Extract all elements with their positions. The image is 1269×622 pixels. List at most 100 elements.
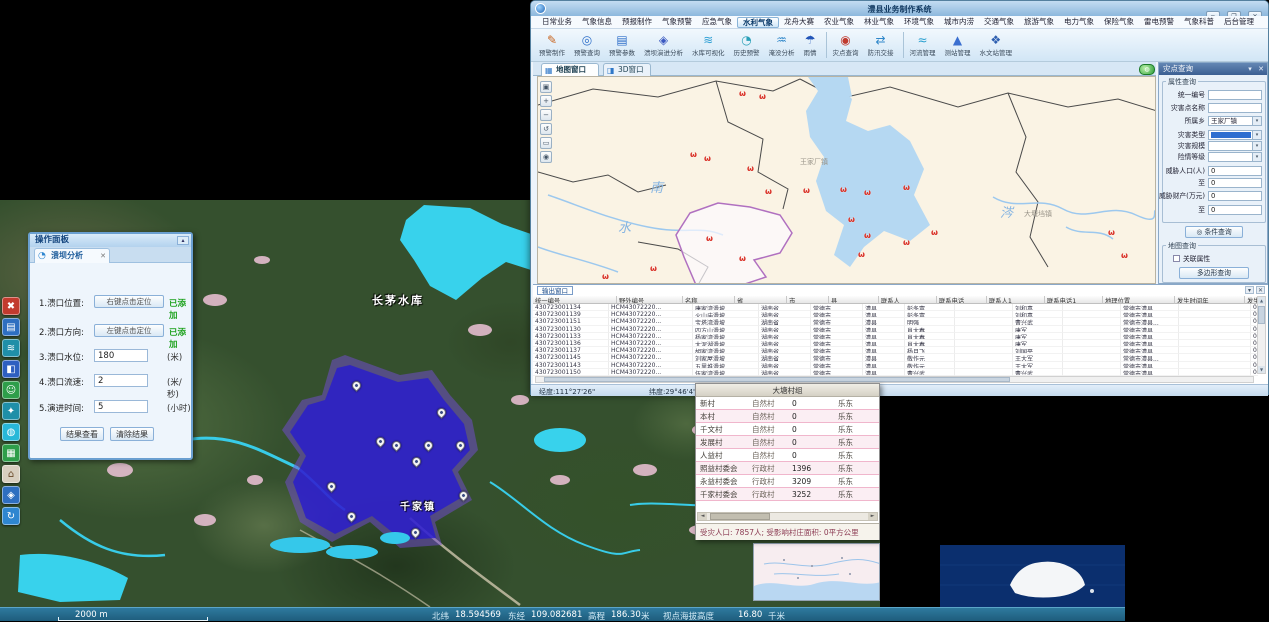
toolbar-button[interactable]: ≋ 水库可视化: [692, 33, 725, 57]
table-header-cell[interactable]: 统一编号: [533, 296, 617, 304]
table-vertical-scrollbar[interactable]: ▲ ▼: [1257, 296, 1266, 374]
panel-field-control[interactable]: 0: [1208, 166, 1262, 176]
landslide-marker-icon[interactable]: ω: [848, 215, 855, 224]
field-control[interactable]: 左键点击定位: [94, 324, 164, 337]
landslide-marker-icon[interactable]: ω: [602, 272, 609, 281]
table-row[interactable]: 430723001145HCM43072220...刘家屋滑坡湖南省常德市澧县敬…: [533, 354, 1258, 361]
village-table-row[interactable]: 千文村自然村0乐东: [696, 423, 879, 436]
output-tab[interactable]: 输出窗口: [537, 286, 573, 295]
gis-tool-button[interactable]: ◧: [2, 360, 20, 378]
map-tool-button[interactable]: ↺: [540, 123, 552, 135]
menu-item[interactable]: 林业气象: [859, 16, 899, 28]
toolbar-button[interactable]: ≈ 河流管理: [910, 33, 936, 57]
map-tool-button[interactable]: ◉: [540, 151, 552, 163]
landslide-marker-icon[interactable]: ω: [739, 254, 746, 263]
panel-field-control[interactable]: 0: [1208, 178, 1262, 188]
village-table-row[interactable]: 发展村自然村0乐东: [696, 436, 879, 449]
landslide-marker-icon[interactable]: ω: [864, 188, 871, 197]
panel-field-control[interactable]: ▾: [1208, 152, 1262, 162]
overview-minimap[interactable]: [753, 543, 880, 601]
table-row[interactable]: 430723001137HCM43072220...胡家湾滑坡湖南省常德市澧县杨…: [533, 347, 1258, 354]
map-tool-button[interactable]: ▣: [540, 81, 552, 93]
landslide-marker-icon[interactable]: ω: [704, 154, 711, 163]
popup-horizontal-scrollbar[interactable]: ◄ ►: [697, 512, 878, 521]
table-header-cell[interactable]: 地理位置: [1103, 296, 1175, 304]
village-table-row[interactable]: 本村自然村0乐东: [696, 410, 879, 423]
table-row[interactable]: 430723001139HCM43072220...火山庙滑坡湖南省常德市澧县彭…: [533, 311, 1258, 318]
table-header-cell[interactable]: 联系人: [879, 296, 937, 304]
menu-item[interactable]: 环境气象: [899, 16, 939, 28]
landslide-marker-icon[interactable]: ω: [1108, 228, 1115, 237]
field-control[interactable]: 右键点击定位: [94, 295, 164, 308]
toolbar-button[interactable]: ✎ 预警制作: [539, 33, 565, 57]
panel-field-control[interactable]: 王家厂镇▾: [1208, 116, 1262, 126]
menu-item[interactable]: 保险气象: [1099, 16, 1139, 28]
table-row[interactable]: 430723001150HCM43072220...伍家湾滑坡湖南省常德市澧县曹…: [533, 369, 1258, 376]
menu-item[interactable]: 龙舟大赛: [779, 16, 819, 28]
panel-field-control[interactable]: 0: [1208, 191, 1262, 201]
link-attribute-checkbox[interactable]: [1173, 255, 1180, 262]
pane-close-icon[interactable]: ✕: [1256, 286, 1265, 294]
gis-tool-button[interactable]: ≋: [2, 339, 20, 357]
tab-dam-break-analysis[interactable]: ◔ 溃坝分析 ✕: [34, 248, 110, 263]
village-table-row[interactable]: 新村自然村0乐东: [696, 397, 879, 410]
menu-item[interactable]: 后台管理: [1219, 16, 1259, 28]
toolbar-button[interactable]: ◈ 溃坝演进分析: [644, 33, 683, 57]
gis-tool-button[interactable]: ⌂: [2, 465, 20, 483]
eagle-eye-map[interactable]: [940, 545, 1125, 607]
gis-tool-button[interactable]: ✦: [2, 402, 20, 420]
menu-item[interactable]: 雷电预警: [1139, 16, 1179, 28]
gis-tool-button[interactable]: ↻: [2, 507, 20, 525]
menu-item[interactable]: 应急气象: [697, 16, 737, 28]
window-title-bar[interactable]: 澧县业务制作系统 ─ ❐ ✕: [531, 1, 1268, 16]
landslide-marker-icon[interactable]: ω: [765, 187, 772, 196]
table-header-cell[interactable]: 省: [735, 296, 787, 304]
table-header-cell[interactable]: 联系电话1: [1045, 296, 1103, 304]
scroll-up-icon[interactable]: ▲: [1258, 297, 1265, 304]
dialog-action-button[interactable]: 清除结果: [110, 427, 154, 441]
menu-item[interactable]: 预报制作: [617, 16, 657, 28]
landslide-marker-icon[interactable]: ω: [864, 231, 871, 240]
toolbar-button[interactable]: ❖ 水文站管理: [980, 33, 1013, 57]
gis-tool-button[interactable]: ◈: [2, 486, 20, 504]
field-control[interactable]: 5: [94, 400, 148, 413]
landslide-marker-icon[interactable]: ω: [706, 234, 713, 243]
chevron-down-icon[interactable]: ▾: [1252, 153, 1261, 161]
landslide-marker-icon[interactable]: ω: [747, 164, 754, 173]
map-2d-canvas[interactable]: ▣+−↺▭◉ 南水涔 王家厂镇大堰垱镇 ωωωωωωωωωωωωωωωωωωωω…: [537, 76, 1156, 284]
dialog-action-button[interactable]: 结果查看: [60, 427, 104, 441]
view-tab[interactable]: ▦ 地图窗口: [541, 63, 599, 76]
panel-close-icon[interactable]: ✕: [1256, 64, 1266, 74]
scroll-thumb[interactable]: [710, 513, 770, 520]
landslide-marker-icon[interactable]: ω: [931, 228, 938, 237]
tab-close-icon[interactable]: ✕: [100, 251, 106, 262]
scroll-right-icon[interactable]: ►: [868, 513, 877, 520]
landslide-marker-icon[interactable]: ω: [840, 185, 847, 194]
menu-item[interactable]: 水利气象: [737, 17, 779, 28]
map-tool-button[interactable]: +: [540, 95, 552, 107]
menu-item[interactable]: 城市内涝: [939, 16, 979, 28]
dialog-collapse-button[interactable]: ▴: [177, 236, 189, 245]
landslide-marker-icon[interactable]: ω: [803, 186, 810, 195]
landslide-marker-icon[interactable]: ω: [650, 264, 657, 273]
scroll-thumb[interactable]: [544, 377, 1010, 382]
panel-field-control[interactable]: [1208, 90, 1262, 100]
table-row[interactable]: 430723001136HCM43072220...大泥湖滑坡湖南省常德市澧县肖…: [533, 340, 1258, 347]
village-table-row[interactable]: 千家村委会行政村3252乐东: [696, 488, 879, 501]
toolbar-button[interactable]: ▤ 预警参数: [609, 33, 635, 57]
table-header-cell[interactable]: 野外编号: [617, 296, 683, 304]
menu-item[interactable]: 交通气象: [979, 16, 1019, 28]
menu-item[interactable]: 气象预警: [657, 16, 697, 28]
map-tool-button[interactable]: −: [540, 109, 552, 121]
pane-collapse-icon[interactable]: ▾: [1245, 286, 1254, 294]
toolbar-button[interactable]: ◉ 灾点查询: [833, 33, 859, 57]
menu-item[interactable]: 旅游气象: [1019, 16, 1059, 28]
table-row[interactable]: 430723001143HCM43072220...五里堆滑坡湖南省常德市澧县敬…: [533, 362, 1258, 369]
toolbar-button[interactable]: ◔ 历史预警: [734, 33, 760, 57]
menu-item[interactable]: 气象信息: [577, 16, 617, 28]
village-table-row[interactable]: 照益村委会行政村1396乐东: [696, 462, 879, 475]
polygon-query-button[interactable]: 多边形查询: [1179, 267, 1249, 279]
table-header-cell[interactable]: 联系电话: [937, 296, 987, 304]
toolbar-button[interactable]: ♒ 淹没分析: [769, 33, 795, 57]
menu-item[interactable]: 气象科普: [1179, 16, 1219, 28]
